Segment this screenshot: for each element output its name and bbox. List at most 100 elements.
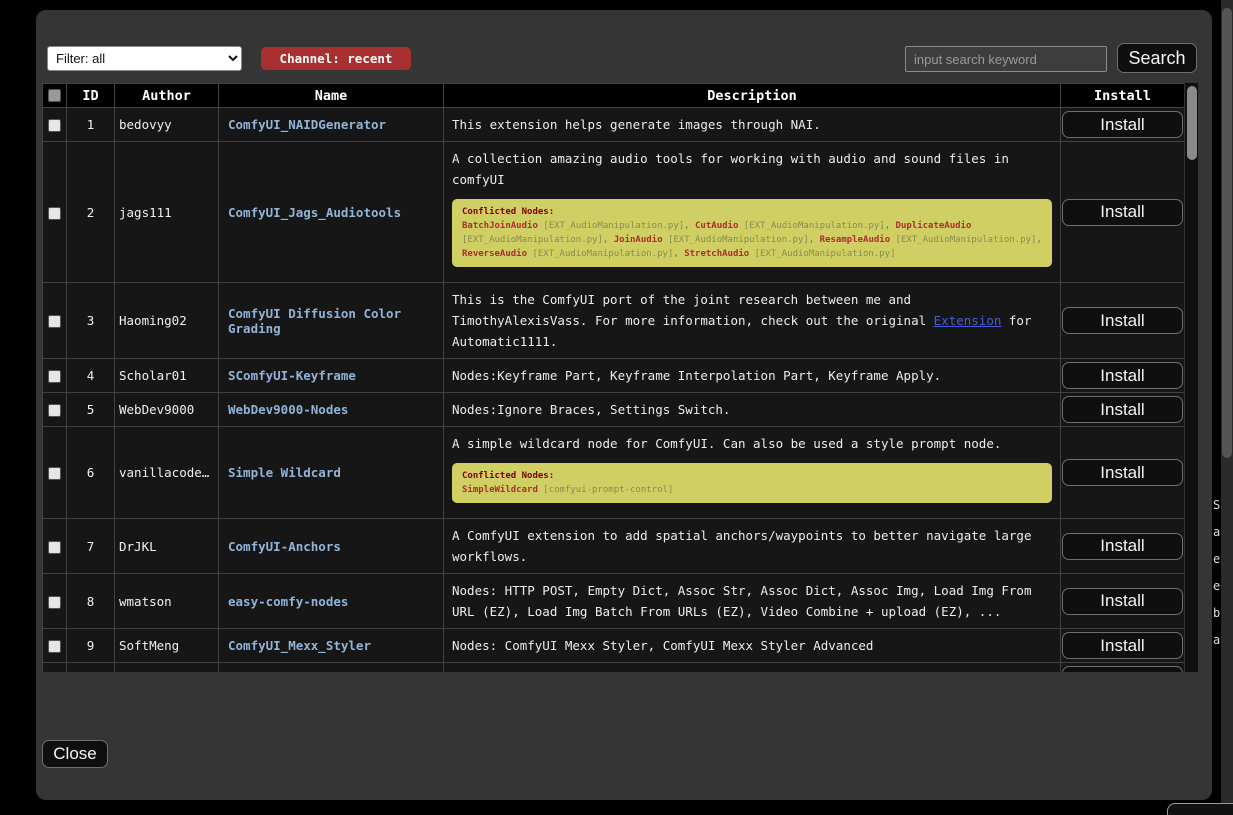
row-id: 7 [67,519,115,574]
row-id: 3 [67,283,115,359]
extension-name-link[interactable]: ComfyUI_Jags_Audiotools [228,205,401,220]
install-button[interactable]: Install [1062,459,1183,486]
row-description: Nodes: ComfyUI Mexx Styler, ComfyUI Mexx… [444,629,1061,663]
row-checkbox[interactable] [48,541,61,554]
row-checkbox[interactable] [48,640,61,653]
row-author: WebDev9000 [115,393,219,427]
extension-name-link[interactable]: ComfyUI Diffusion Color Grading [228,306,401,336]
conflict-node-name: BatchJoinAudio [462,221,538,231]
install-button[interactable]: Install [1062,666,1183,672]
conflict-node-name: SimpleWildcard [462,485,538,495]
row-description: This extension helps generate images thr… [444,108,1061,142]
table-row: 2jags111 ComfyUI_Jags_Audiotools A collect… [43,142,1185,283]
row-description: This is the ComfyUI port of the joint re… [444,283,1061,359]
header-install: Install [1061,84,1185,108]
extension-name-link[interactable]: WebDev9000-Nodes [228,402,348,417]
row-id: 2 [67,142,115,283]
conflict-node-name: ResampleAudio [820,235,890,245]
extensions-table: ID Author Name Description Install 1bedo… [42,83,1198,672]
table-row: 1bedovyy ComfyUI_NAIDGenerator This extens… [43,108,1185,142]
header-id: ID [67,84,115,108]
row-description: Nodes: HTTP POST, Empty Dict, Assoc Str,… [444,574,1061,629]
conflicted-nodes-warning: Conflicted Nodes: BatchJoinAudio [EXT_Aud… [452,199,1052,267]
extension-name-link[interactable]: SComfyUI-Keyframe [228,368,356,383]
row-checkbox[interactable] [48,119,61,132]
extension-name-link[interactable]: ComfyUI-Anchors [228,539,341,554]
header-author: Author [115,84,219,108]
row-checkbox[interactable] [48,596,61,609]
row-id: 10 [67,663,115,673]
conflict-node-name: JoinAudio [614,235,663,245]
install-button[interactable]: Install [1062,588,1183,615]
row-checkbox[interactable] [48,315,61,328]
background-clipped-text: S a e e b a [1213,498,1222,660]
table-row: 5WebDev9000WebDev9000-NodesNodes:Ignore … [43,393,1185,427]
clipped-glyph: b [1213,606,1222,633]
row-description: A simple wildcard node for ComfyUI. Can … [444,427,1061,519]
row-checkbox[interactable] [48,467,61,480]
row-author: jags111 [115,142,219,283]
conflict-node-name: CutAudio [695,221,738,231]
extension-name-link[interactable]: ComfyUI_Mexx_Styler [228,638,371,653]
table-row: 9SoftMeng ComfyUI_Mexx_Styler Nodes: Comfy… [43,629,1185,663]
filter-select[interactable]: Filter: all [47,46,242,71]
table-row: 6vanillacode314 Simple Wildcard A simple w… [43,427,1185,519]
install-button[interactable]: Install [1062,533,1183,560]
install-button[interactable]: Install [1062,199,1183,226]
install-button[interactable]: Install [1062,632,1183,659]
row-checkbox[interactable] [48,207,61,220]
row-author: zcfrank1st [115,663,219,673]
page-scrollbar-thumb[interactable] [1222,8,1232,458]
select-all-checkbox[interactable] [48,89,61,102]
extension-name-link[interactable]: easy-comfy-nodes [228,594,348,609]
install-button[interactable]: Install [1062,307,1183,334]
clipped-glyph: e [1213,579,1222,606]
row-author: vanillacode314 [115,427,219,519]
row-author: DrJKL [115,519,219,574]
background-partial-button [1167,803,1233,815]
install-button[interactable]: Install [1062,362,1183,389]
row-checkbox[interactable] [48,370,61,383]
extension-name-link[interactable]: ComfyUI_NAIDGenerator [228,117,386,132]
table-row: 4Scholar01SComfyUI-KeyframeNodes:Keyfram… [43,359,1185,393]
row-id: 1 [67,108,115,142]
conflict-node-name: ReverseAudio [462,249,527,259]
row-author: SoftMeng [115,629,219,663]
extension-name-link[interactable]: Simple Wildcard [228,465,341,480]
row-author: bedovyy [115,108,219,142]
close-button[interactable]: Close [42,740,108,768]
install-button[interactable]: Install [1062,396,1183,423]
table-scrollbar-thumb[interactable] [1187,86,1197,160]
conflict-node-name: DuplicateAudio [896,221,972,231]
channel-badge: Channel: recent [261,47,411,70]
conflict-node-pack: [EXT_AudioManipulation.py] [543,221,684,231]
table-scrollbar[interactable] [1184,83,1198,672]
table-row: 3Haoming02 ComfyUI Diffusion Color Gradin… [43,283,1185,359]
conflict-node-pack: [EXT_AudioManipulation.py] [462,235,603,245]
row-author: wmatson [115,574,219,629]
custom-nodes-dialog: Filter: all Channel: recent Search ID Au… [36,10,1212,800]
conflict-title: Conflicted Nodes: [462,207,554,217]
header-name: Name [219,84,444,108]
row-id: 6 [67,427,115,519]
table-row: 8wmatsoneasy-comfy-nodesNodes: HTTP POST… [43,574,1185,629]
description-link[interactable]: Extension [934,313,1002,328]
page-scrollbar[interactable] [1221,0,1233,815]
row-checkbox[interactable] [48,404,61,417]
row-description: A collection amazing audio tools for wor… [444,142,1061,283]
row-author: Scholar01 [115,359,219,393]
table-row: 7DrJKL ComfyUI-Anchors A ComfyUI extension… [43,519,1185,574]
conflict-node-pack: [EXT_AudioManipulation.py] [532,249,673,259]
row-author: Haoming02 [115,283,219,359]
row-description: A ComfyUI extension to add spatial ancho… [444,519,1061,574]
install-button[interactable]: Install [1062,111,1183,138]
header-description: Description [444,84,1061,108]
clipped-glyph: a [1213,525,1222,552]
clipped-glyph: a [1213,633,1222,660]
row-description: Nodes:Keyframe Part, Keyframe Interpolat… [444,359,1061,393]
row-id: 9 [67,629,115,663]
search-button[interactable]: Search [1117,43,1197,73]
conflict-node-pack: [EXT_AudioManipulation.py] [896,235,1037,245]
clipped-glyph: S [1213,498,1222,525]
search-input[interactable] [905,46,1107,72]
